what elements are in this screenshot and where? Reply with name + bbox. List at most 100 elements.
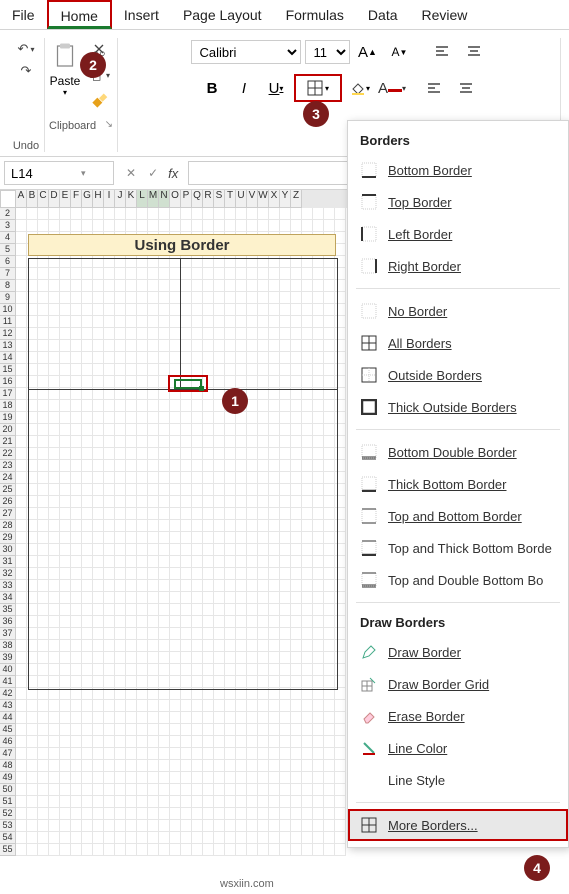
cell[interactable] [49, 796, 60, 808]
cell[interactable] [115, 832, 126, 844]
cell[interactable] [247, 808, 258, 820]
borders-button[interactable]: ▾ [294, 74, 342, 102]
cell[interactable] [247, 796, 258, 808]
paste-icon[interactable] [49, 38, 81, 74]
cell[interactable] [104, 844, 115, 856]
cell[interactable] [203, 844, 214, 856]
cell[interactable] [236, 808, 247, 820]
font-size-select[interactable]: 11 [305, 40, 350, 64]
cell[interactable] [126, 808, 137, 820]
cell[interactable] [247, 820, 258, 832]
cell[interactable] [27, 208, 38, 220]
dd-more-borders[interactable]: More Borders... [348, 809, 568, 841]
cell[interactable] [38, 844, 49, 856]
cell[interactable] [27, 796, 38, 808]
col-header-l[interactable]: L [137, 190, 148, 208]
dd-left-border[interactable]: Left Border [348, 218, 568, 250]
cell[interactable] [203, 820, 214, 832]
dd-draw-border[interactable]: Draw Border [348, 636, 568, 668]
col-header-a[interactable]: A [16, 190, 27, 208]
cell[interactable] [16, 844, 27, 856]
cell[interactable] [236, 844, 247, 856]
col-header-b[interactable]: B [27, 190, 38, 208]
cell[interactable] [60, 820, 71, 832]
cell[interactable] [159, 832, 170, 844]
review-tab[interactable]: Review [410, 0, 480, 29]
cell[interactable] [93, 808, 104, 820]
cell[interactable] [214, 820, 225, 832]
cell[interactable] [115, 808, 126, 820]
col-header-n[interactable]: N [159, 190, 170, 208]
cell[interactable] [181, 796, 192, 808]
dd-line-color[interactable]: Line Color [348, 732, 568, 764]
align-center-button[interactable] [452, 74, 480, 102]
cell[interactable] [82, 796, 93, 808]
fill-color-button[interactable]: ▾ [346, 74, 374, 102]
cell[interactable] [159, 844, 170, 856]
cell[interactable] [148, 820, 159, 832]
dd-top-bottom-border[interactable]: Top and Bottom Border [348, 500, 568, 532]
cell[interactable] [27, 844, 38, 856]
cell[interactable] [291, 844, 302, 856]
cell[interactable] [225, 820, 236, 832]
cell[interactable] [214, 808, 225, 820]
cell[interactable] [324, 832, 335, 844]
cell[interactable] [71, 844, 82, 856]
cell[interactable] [291, 820, 302, 832]
cell[interactable] [324, 208, 335, 220]
cell[interactable] [203, 808, 214, 820]
cell[interactable] [60, 208, 71, 220]
cell[interactable] [104, 832, 115, 844]
cell[interactable] [181, 208, 192, 220]
cell[interactable] [93, 844, 104, 856]
cell[interactable] [280, 832, 291, 844]
col-header-m[interactable]: M [148, 190, 159, 208]
insert-tab[interactable]: Insert [112, 0, 171, 29]
cell[interactable] [236, 208, 247, 220]
col-header-c[interactable]: C [38, 190, 49, 208]
col-header-w[interactable]: W [258, 190, 269, 208]
dd-all-borders[interactable]: All Borders [348, 327, 568, 359]
cell[interactable] [93, 208, 104, 220]
cell[interactable] [313, 796, 324, 808]
font-name-select[interactable]: Calibri [191, 40, 301, 64]
row-header[interactable]: 55 [0, 844, 16, 856]
cell[interactable] [269, 796, 280, 808]
cell[interactable] [225, 808, 236, 820]
cell[interactable] [192, 832, 203, 844]
cell[interactable] [126, 832, 137, 844]
cell[interactable] [126, 820, 137, 832]
cell[interactable] [71, 820, 82, 832]
cell[interactable] [280, 820, 291, 832]
cell[interactable] [16, 796, 27, 808]
dd-top-thick-bottom-border[interactable]: Top and Thick Bottom Borde [348, 532, 568, 564]
cell[interactable] [159, 796, 170, 808]
cell[interactable] [148, 808, 159, 820]
cell[interactable] [71, 808, 82, 820]
row-header[interactable]: 52 [0, 808, 16, 820]
cell[interactable] [104, 820, 115, 832]
cell[interactable] [335, 820, 346, 832]
cell[interactable] [269, 820, 280, 832]
cell[interactable] [280, 808, 291, 820]
cell[interactable] [225, 208, 236, 220]
formulas-tab[interactable]: Formulas [274, 0, 356, 29]
cell[interactable] [302, 796, 313, 808]
cell[interactable] [214, 796, 225, 808]
cell[interactable] [137, 208, 148, 220]
cell[interactable] [93, 796, 104, 808]
cell[interactable] [280, 844, 291, 856]
cell[interactable] [291, 208, 302, 220]
dd-thick-outside-borders[interactable]: Thick Outside Borders [348, 391, 568, 423]
clipboard-dialog-launcher[interactable]: ↘ [105, 119, 113, 130]
cell[interactable] [170, 808, 181, 820]
cell[interactable] [126, 796, 137, 808]
cell[interactable] [181, 832, 192, 844]
cell[interactable] [291, 832, 302, 844]
data-tab[interactable]: Data [356, 0, 410, 29]
increase-font-button[interactable]: A▲ [354, 38, 382, 66]
cell[interactable] [82, 208, 93, 220]
cell[interactable] [49, 208, 60, 220]
cell[interactable] [16, 808, 27, 820]
cell[interactable] [302, 808, 313, 820]
